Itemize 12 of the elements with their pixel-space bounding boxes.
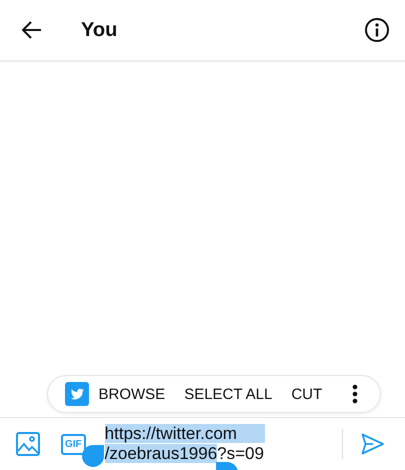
send-icon[interactable] (361, 433, 385, 455)
bird-app-icon[interactable] (64, 382, 88, 406)
back-icon[interactable] (22, 21, 42, 39)
message-field[interactable]: https://twitter.com /zoebraus1996?s=09 (104, 424, 342, 464)
info-icon[interactable] (364, 17, 390, 43)
conversation-title: You (81, 18, 118, 42)
selection-handle[interactable] (82, 445, 104, 467)
menu-action[interactable]: BROWSE (98, 386, 166, 402)
menu-action[interactable]: CUT (291, 386, 322, 402)
image-icon[interactable] (16, 432, 40, 456)
menu-action[interactable]: SELECT ALL (184, 386, 272, 402)
more-icon[interactable] (352, 384, 358, 404)
